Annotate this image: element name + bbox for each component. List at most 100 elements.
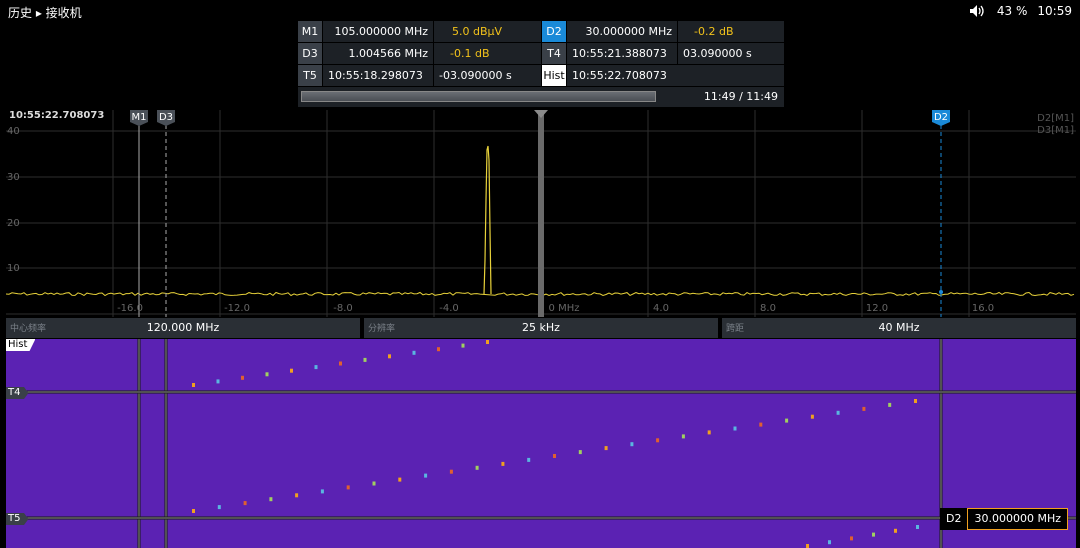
waterfall-dot: [217, 505, 221, 510]
spectrum-timestamp: 10:55:22.708073: [9, 110, 105, 121]
d2-readout-value[interactable]: 30.000000 MHz: [967, 508, 1068, 530]
waterfall-dot: [437, 347, 440, 352]
x-tick-label: 12.0: [866, 303, 888, 314]
x-tick-label: 16.0: [972, 303, 994, 314]
waterfall-dot: [810, 414, 814, 419]
waterfall-dot: [733, 426, 737, 431]
waterfall-dot: [850, 536, 853, 541]
top-bar: 历史 ▸ 接收机 43 % 10:59: [0, 0, 1080, 22]
y-tick-label: 20: [7, 218, 20, 229]
waterfall-dot: [372, 481, 376, 486]
marker-t4-delta: 03.090000 s: [678, 43, 784, 64]
hist-time: 10:55:22.708073: [567, 65, 784, 86]
t5-tag[interactable]: T5: [6, 513, 29, 525]
x-tick-label: 8.0: [760, 303, 776, 314]
d2-readout[interactable]: D2 30.000000 MHz: [940, 508, 1068, 530]
waterfall-dot: [461, 343, 465, 348]
spectrum-plot: M1 D3 D2 40 30 20 10 -16.0 -12.0 -8.0 -4…: [6, 110, 1076, 317]
y-tick-label: 10: [7, 263, 20, 274]
battery-level: 43 %: [996, 4, 1028, 18]
waterfall-dot: [192, 509, 195, 513]
marker-tag-t5[interactable]: T5: [298, 65, 323, 86]
marker-d2-level: -0.2 dB: [678, 21, 784, 42]
playback-position: 11:49 / 11:49: [703, 90, 778, 103]
marker-label-m1: M1: [132, 112, 147, 123]
waterfall-dot: [320, 489, 324, 494]
waterfall-dot: [243, 501, 247, 506]
resolution-value: 25 kHz: [522, 321, 560, 334]
marker-t4-time: 10:55:21.388073: [567, 43, 678, 64]
waterfall-dot: [486, 340, 489, 344]
y-tick-label: 40: [7, 126, 20, 137]
waterfall-dot: [363, 357, 367, 362]
playback-slider[interactable]: [301, 91, 656, 102]
center-cursor[interactable]: [538, 110, 544, 317]
speaker-icon[interactable]: [969, 4, 987, 18]
y-tick-label: 30: [7, 172, 20, 183]
waterfall-display[interactable]: Hist T4 T5: [6, 339, 1076, 548]
resolution-field[interactable]: 分辨率 25 kHz: [364, 318, 718, 338]
waterfall-dot: [888, 402, 892, 407]
marker-tag-d3[interactable]: D3: [298, 43, 323, 64]
marker-d3-level: -0.1 dB: [434, 43, 542, 64]
marker-label-d3: D3: [159, 112, 173, 123]
x-tick-label: -16.0: [117, 303, 143, 314]
clock: 10:59: [1037, 4, 1072, 18]
waterfall-dot: [759, 422, 763, 427]
marker-tag-hist[interactable]: Hist: [542, 65, 567, 86]
waterfall-dot: [265, 372, 269, 377]
waterfall-dot: [475, 465, 479, 470]
delta-legend: D2[M1] D3[M1]: [1037, 113, 1074, 137]
center-frequency-field[interactable]: 中心频率 120.000 MHz: [6, 318, 360, 338]
waterfall-dot: [314, 365, 318, 370]
waterfall-dot: [862, 406, 866, 411]
marker-label-d2: D2: [934, 112, 948, 123]
marker-t5-delta: -03.090000 s: [434, 65, 542, 86]
waterfall-dot: [553, 454, 556, 458]
x-tick-label: 0 MHz: [549, 303, 580, 314]
waterfall-dot: [192, 383, 195, 387]
waterfall-dot: [806, 544, 809, 548]
playback-progress-fill: [302, 92, 655, 101]
span-field[interactable]: 跨距 40 MHz: [722, 318, 1076, 338]
marker-d3-frequency: 1.004566 MHz: [323, 43, 434, 64]
x-tick-label: -4.0: [439, 303, 459, 314]
marker-tag-d2[interactable]: D2: [542, 21, 567, 42]
waterfall-dot: [630, 442, 634, 447]
x-tick-label: -8.0: [333, 303, 353, 314]
waterfall-dot: [241, 375, 244, 380]
marker-point-d2: [939, 290, 943, 294]
marker-tag-m1[interactable]: M1: [298, 21, 323, 42]
marker-tag-t4[interactable]: T4: [542, 43, 567, 64]
delta-legend-d3: D3[M1]: [1037, 125, 1074, 136]
x-tick-label: -12.0: [224, 303, 250, 314]
marker-row: D3 1.004566 MHz -0.1 dB T4 10:55:21.3880…: [298, 43, 784, 64]
marker-table: M1 105.000000 MHz 5.0 dBµV D2 30.000000 …: [298, 21, 784, 87]
breadcrumb[interactable]: 历史 ▸ 接收机: [8, 4, 82, 21]
waterfall-dot: [604, 446, 608, 451]
center-frequency-value: 120.000 MHz: [146, 321, 220, 334]
marker-row: T5 10:55:18.298073 -03.090000 s Hist 10:…: [298, 65, 784, 86]
waterfall-plot: [6, 339, 1076, 548]
marker-d2-frequency: 30.000000 MHz: [567, 21, 678, 42]
delta-legend-d2: D2[M1]: [1037, 113, 1074, 124]
waterfall-dot: [449, 469, 453, 474]
marker-m1-frequency: 105.000000 MHz: [323, 21, 434, 42]
waterfall-dot: [656, 438, 660, 443]
waterfall-dot: [412, 350, 416, 355]
t4-tag[interactable]: T4: [6, 387, 29, 399]
x-tick-label: 4.0: [653, 303, 669, 314]
waterfall-dot: [836, 410, 840, 415]
waterfall-dot: [269, 497, 273, 502]
waterfall-dot: [681, 434, 685, 439]
waterfall-dot: [578, 450, 582, 455]
waterfall-dot: [290, 368, 293, 373]
waterfall-dot: [398, 477, 402, 482]
waterfall-dot: [828, 540, 831, 545]
spectrum-display[interactable]: M1 D3 D2 40 30 20 10 -16.0 -12.0 -8.0 -4…: [6, 110, 1076, 317]
waterfall-dot: [914, 399, 917, 403]
parameter-bar: 中心频率 120.000 MHz 分辨率 25 kHz 跨距 40 MHz: [6, 318, 1076, 338]
span-value: 40 MHz: [878, 321, 920, 334]
waterfall-dot: [295, 493, 299, 498]
waterfall-dot: [894, 528, 897, 533]
